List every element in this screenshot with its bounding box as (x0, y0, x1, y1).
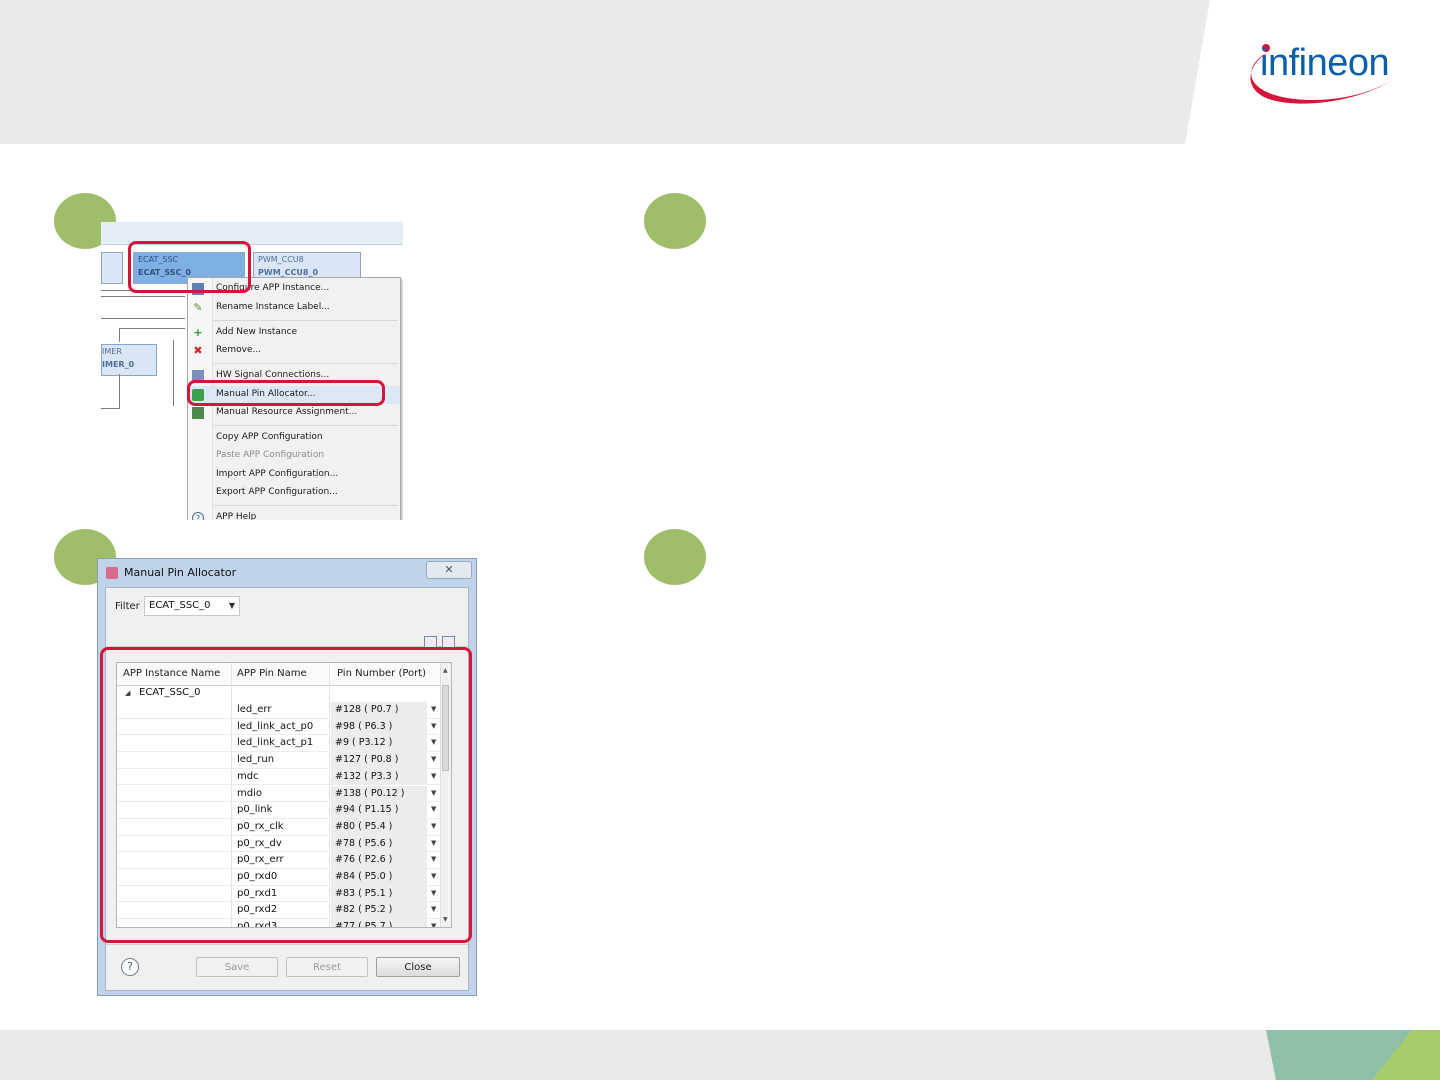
step-bullet-4 (644, 529, 706, 585)
timer-block[interactable]: IMER IMER_0 (101, 344, 157, 376)
menu-separator (214, 363, 398, 364)
button-bar-separator (106, 944, 468, 945)
reset-button[interactable]: Reset (286, 957, 368, 977)
menu-separator (214, 505, 398, 506)
chevron-down-icon: ▼ (228, 601, 235, 610)
menu-item-rename-instance-label[interactable]: ✎ Rename Instance Label... (188, 299, 400, 317)
remove-x-icon: ✖ (193, 344, 203, 357)
block-type-label: PWM_CCU8 (258, 255, 304, 264)
help-icon: ? (192, 512, 204, 520)
slide-header-band (0, 0, 1210, 144)
connection-line (101, 408, 120, 409)
menu-item-add-new-instance[interactable]: + Add New Instance (188, 324, 400, 342)
resource-icon (192, 407, 204, 419)
filter-label: Filter (115, 601, 140, 612)
filter-selected-value: ECAT_SSC_0 (149, 600, 211, 611)
menu-item-export-app-configuration[interactable]: Export APP Configuration... (188, 484, 400, 502)
menu-item-copy-app-configuration[interactable]: Copy APP Configuration (188, 429, 400, 447)
connection-line (101, 318, 185, 319)
close-button[interactable]: Close (376, 957, 460, 977)
connection-line (119, 328, 185, 329)
menu-item-paste-app-configuration[interactable]: Paste APP Configuration (188, 447, 400, 465)
step-bullet-2 (644, 193, 706, 249)
rename-icon: ✎ (193, 301, 203, 314)
menu-item-app-help[interactable]: ? APP Help (188, 509, 400, 520)
help-icon[interactable]: ? (121, 958, 139, 976)
dialog-title: Manual Pin Allocator (124, 566, 237, 579)
menu-item-remove[interactable]: ✖ Remove... (188, 342, 400, 360)
connection-line (119, 328, 120, 342)
app-window-icon (106, 567, 118, 579)
save-button[interactable]: Save (196, 957, 278, 977)
highlight-box-manual-pin-allocator (187, 380, 385, 406)
highlight-box-ecat-block (128, 241, 251, 293)
canvas-block-partial[interactable] (101, 252, 123, 284)
menu-separator (214, 425, 398, 426)
menu-item-import-app-configuration[interactable]: Import APP Configuration... (188, 466, 400, 484)
plus-icon: + (193, 326, 203, 339)
menu-separator (214, 320, 398, 321)
connection-line (119, 374, 120, 408)
highlight-box-pin-table (100, 647, 472, 943)
block-type-label: IMER (102, 347, 122, 356)
slide-footer-band (0, 1030, 1440, 1080)
filter-dropdown[interactable]: ECAT_SSC_0 ▼ (144, 596, 240, 616)
close-icon[interactable]: ✕ (426, 561, 472, 579)
block-instance-label: IMER_0 (102, 360, 135, 369)
connection-line (173, 340, 174, 406)
connection-line (101, 296, 185, 297)
infineon-logo: infineon (1238, 34, 1398, 114)
menu-item-manual-resource-assignment[interactable]: Manual Resource Assignment... (188, 404, 400, 422)
